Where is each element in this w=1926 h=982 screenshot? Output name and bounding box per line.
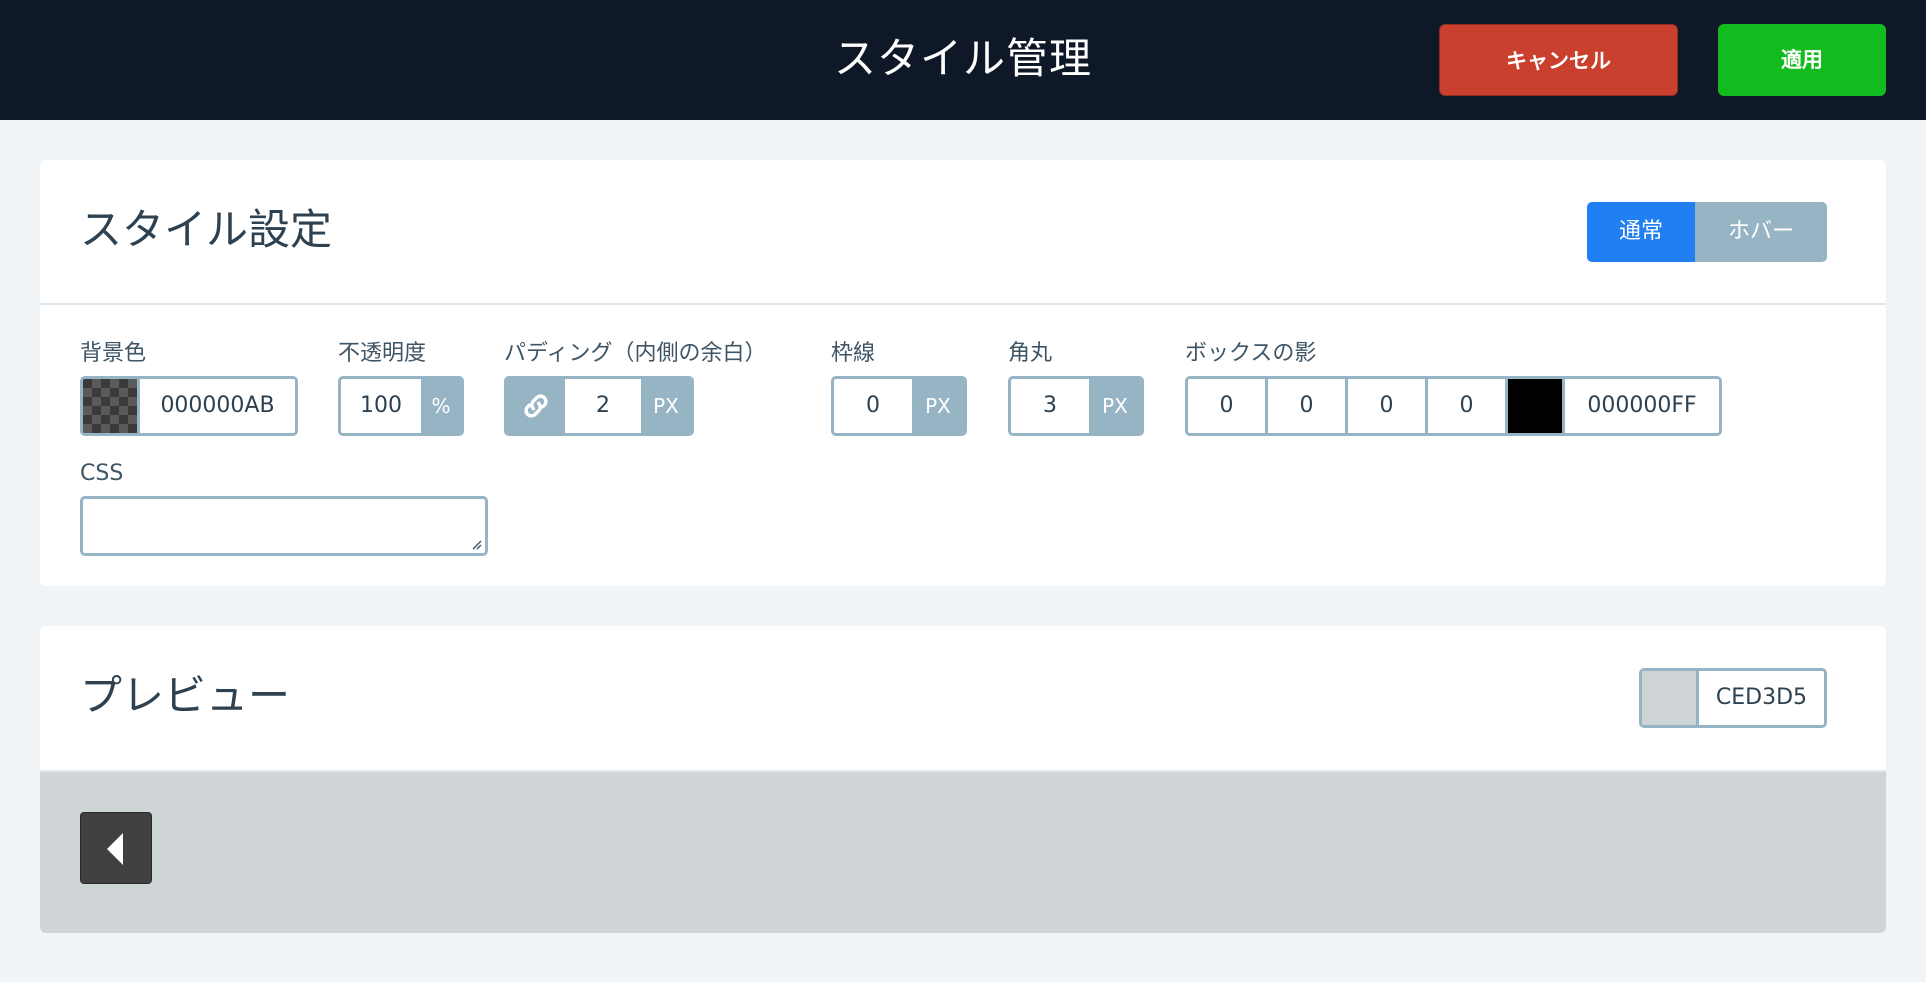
background-color-input[interactable]: 000000AB <box>137 379 295 433</box>
padding-unit: PX <box>641 379 691 433</box>
border-unit: PX <box>912 379 964 433</box>
state-toggle: 通常 ホバー <box>1587 202 1827 262</box>
opacity-label: 不透明度 <box>338 341 427 366</box>
css-label: CSS <box>80 461 124 486</box>
opacity-field[interactable]: 100 % <box>338 376 464 436</box>
padding-field[interactable]: 2 PX <box>504 376 694 436</box>
preview-background-swatch[interactable] <box>1642 671 1696 725</box>
shadow-y-input[interactable]: 0 <box>1265 379 1345 433</box>
radius-input[interactable]: 3 <box>1011 379 1089 433</box>
opacity-input[interactable]: 100 <box>341 379 421 433</box>
tab-normal[interactable]: 通常 <box>1587 202 1695 262</box>
padding-label: パディング（内側の余白） <box>504 341 767 366</box>
caret-left-icon <box>107 833 123 865</box>
background-color-swatch[interactable] <box>83 379 137 433</box>
shadow-blur-input[interactable]: 0 <box>1345 379 1425 433</box>
radius-label: 角丸 <box>1008 341 1053 366</box>
preview-panel: プレビュー CED3D5 <box>40 626 1886 933</box>
link-icon[interactable] <box>507 379 565 433</box>
background-color-field[interactable]: 000000AB <box>80 376 298 436</box>
padding-input[interactable]: 2 <box>565 379 641 433</box>
radius-unit: PX <box>1089 379 1141 433</box>
divider <box>40 303 1886 305</box>
shadow-x-input[interactable]: 0 <box>1188 379 1265 433</box>
border-field[interactable]: 0 PX <box>831 376 967 436</box>
resize-grip-icon[interactable] <box>470 538 482 550</box>
shadow-spread-input[interactable]: 0 <box>1425 379 1505 433</box>
background-color-label: 背景色 <box>80 341 147 366</box>
shadow-color-swatch[interactable] <box>1505 379 1562 433</box>
apply-button[interactable]: 適用 <box>1718 24 1886 96</box>
border-label: 枠線 <box>831 341 876 366</box>
top-bar: スタイル管理 キャンセル 適用 <box>0 0 1926 120</box>
shadow-color-input[interactable]: 000000FF <box>1562 379 1719 433</box>
border-input[interactable]: 0 <box>834 379 912 433</box>
box-shadow-label: ボックスの影 <box>1185 341 1317 366</box>
opacity-unit: % <box>421 379 461 433</box>
preview-button[interactable] <box>80 812 152 884</box>
cancel-button[interactable]: キャンセル <box>1439 24 1678 96</box>
preview-area <box>40 772 1886 933</box>
preview-title: プレビュー <box>80 671 291 720</box>
box-shadow-field[interactable]: 0 0 0 0 000000FF <box>1185 376 1722 436</box>
css-textarea[interactable] <box>80 496 488 556</box>
preview-background-field[interactable]: CED3D5 <box>1639 668 1827 728</box>
style-settings-title: スタイル設定 <box>80 205 333 254</box>
style-settings-panel: スタイル設定 通常 ホバー 背景色 000000AB 不透明度 100 % パデ… <box>40 160 1886 586</box>
preview-background-input[interactable]: CED3D5 <box>1696 671 1824 725</box>
tab-hover[interactable]: ホバー <box>1695 202 1827 262</box>
radius-field[interactable]: 3 PX <box>1008 376 1144 436</box>
